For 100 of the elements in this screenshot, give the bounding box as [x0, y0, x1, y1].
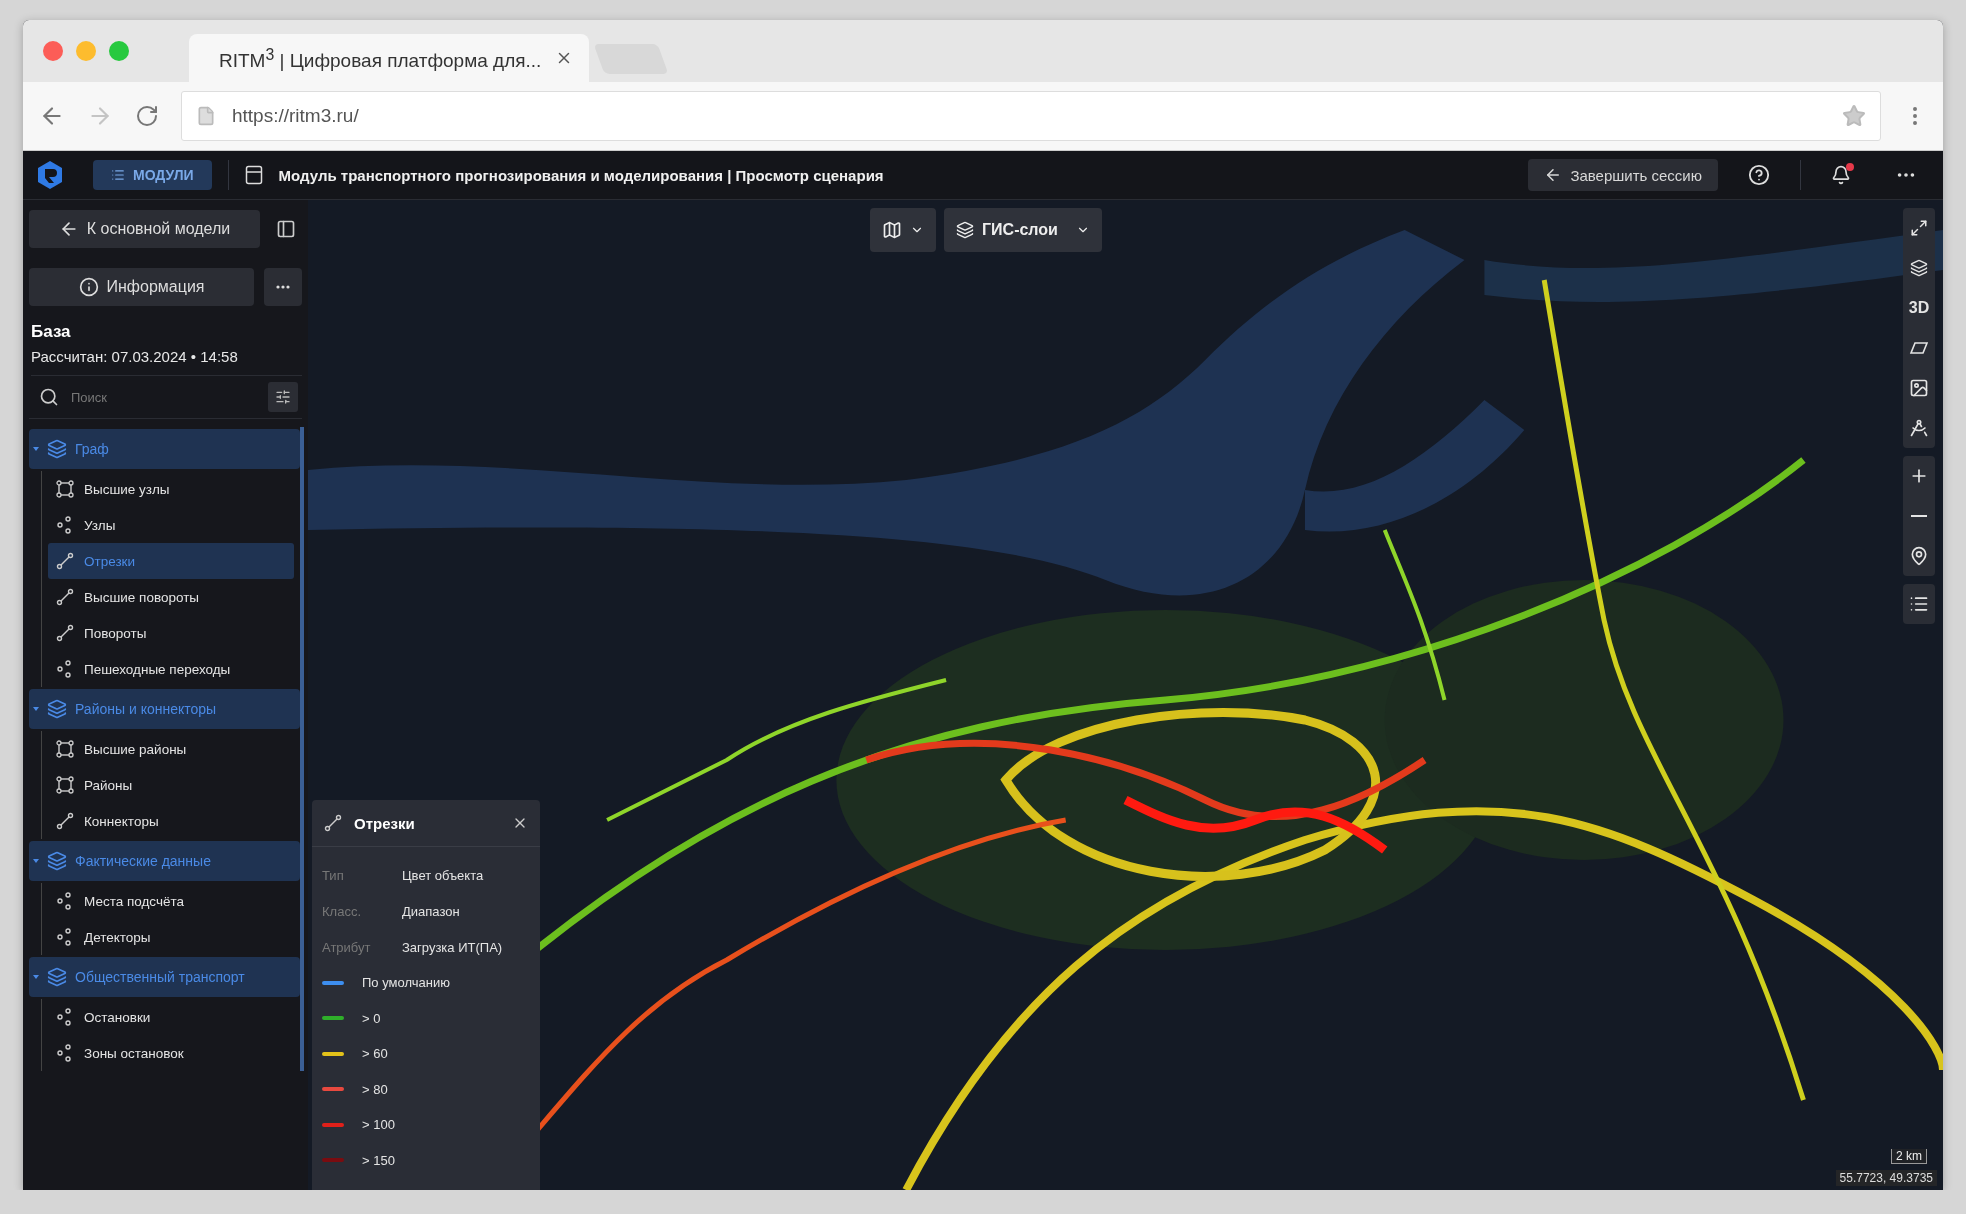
points-icon [56, 892, 74, 910]
segment-icon [56, 624, 74, 642]
browser-tab[interactable]: RITM$^{3}$ | Цифровая платформа для... [189, 34, 590, 82]
layer-item[interactable]: Места подсчёта [48, 883, 294, 919]
end-session-button[interactable]: Завершить сессию [1528, 159, 1718, 191]
bookmark-star-icon [1842, 104, 1866, 128]
parallelogram-icon [1909, 341, 1929, 355]
layer-item[interactable]: Высшие повороты [48, 579, 294, 615]
legend-title: Отрезки [354, 814, 416, 832]
layer-group-label: Граф [75, 441, 109, 457]
layer-item[interactable]: Остановки [48, 999, 294, 1035]
points-icon [56, 516, 74, 534]
page-title: Модуль транспортного прогнозирования и моделирования | Просмотр сценария [278, 166, 885, 184]
logo-icon [35, 159, 65, 191]
layers-icon [956, 221, 974, 239]
caret-icon[interactable] [33, 447, 39, 451]
legend-label: > 150 [362, 1152, 395, 1168]
layer-item[interactable]: Высшие районы [48, 731, 294, 767]
layer-item-label: Остановки [84, 1009, 151, 1025]
map-icon [882, 220, 902, 240]
layer-item[interactable]: Высшие узлы [48, 471, 294, 507]
reload-icon[interactable] [135, 104, 159, 128]
filter-button[interactable] [268, 382, 298, 412]
search-field[interactable]: Поиск [69, 388, 258, 406]
basemap-button[interactable] [870, 208, 936, 252]
legend-label: > 60 [362, 1046, 388, 1062]
layer-item-label: Коннекторы [84, 813, 159, 829]
layer-item[interactable]: Отрезки [48, 543, 294, 579]
attribute-value: Загрузка ИТ(ПА) [402, 939, 503, 955]
legend-label: > 0 [362, 1010, 381, 1026]
points-icon [56, 928, 74, 946]
pin-icon [1909, 546, 1929, 566]
scale-bar: 2 km [1891, 1149, 1927, 1164]
more-icon [276, 285, 290, 289]
scenario-name: База [31, 322, 72, 342]
list-icon [111, 168, 125, 182]
layer-item-label: Пешеходные переходы [84, 661, 231, 677]
points-icon [56, 660, 74, 678]
layers-icon [47, 439, 67, 459]
address-bar[interactable]: https://ritm3.ru/ [181, 91, 1881, 141]
search-icon [39, 387, 59, 407]
layer-item[interactable]: Районы [48, 767, 294, 803]
layer-item[interactable]: Повороты [48, 615, 294, 651]
caret-icon[interactable] [33, 859, 39, 863]
caret-icon[interactable] [33, 707, 39, 711]
polygon-nodes-icon [56, 776, 74, 794]
points-icon [56, 1044, 74, 1062]
layer-group-label: Фактические данные [75, 853, 211, 869]
segment-icon [56, 552, 74, 570]
sliders-icon [275, 389, 291, 405]
segment-icon [56, 588, 74, 606]
points-icon [56, 1008, 74, 1026]
layers-icon [47, 967, 67, 987]
polygon-nodes-icon [56, 740, 74, 758]
layer-item[interactable]: Узлы [48, 507, 294, 543]
info-icon [78, 277, 99, 297]
layer-group[interactable]: Общественный транспорт [29, 957, 300, 997]
layer-group[interactable]: Районы и коннекторы [29, 689, 300, 729]
notifications-icon[interactable] [1831, 165, 1851, 185]
layer-item-label: Детекторы [84, 929, 151, 945]
caret-icon[interactable] [33, 975, 39, 979]
layer-item[interactable]: Зоны остановок [48, 1035, 294, 1071]
layer-item[interactable]: Коннекторы [48, 803, 294, 839]
layer-item-label: Места подсчёта [84, 893, 185, 909]
fullscreen-icon [1910, 219, 1928, 237]
segment-icon [324, 814, 342, 832]
segment-icon [56, 812, 74, 830]
minus-icon [1911, 515, 1927, 517]
layer-item-label: Повороты [84, 625, 147, 641]
layer-item[interactable]: Пешеходные переходы [48, 651, 294, 687]
attribute-value: Цвет объекта [402, 867, 484, 883]
layer-item-label: Высшие районы [84, 741, 187, 757]
layer-item-label: Узлы [84, 517, 116, 533]
layer-group[interactable]: Фактические данные [29, 841, 300, 881]
attribute-value: Диапазон [402, 903, 460, 919]
layer-item-label: Отрезки [84, 553, 136, 569]
attribute-label: Класс. [322, 903, 362, 919]
3d-button[interactable]: 3D [1903, 288, 1935, 328]
modules-button[interactable]: МОДУЛИ [93, 160, 212, 190]
list-icon [1909, 594, 1929, 614]
layer-item[interactable]: Детекторы [48, 919, 294, 955]
layer-item-label: Зоны остановок [84, 1045, 184, 1061]
attribute-label: Тип [322, 867, 345, 883]
more-button[interactable] [264, 268, 302, 306]
help-icon[interactable] [1748, 164, 1770, 186]
image-icon [1909, 378, 1929, 398]
back-to-model-button[interactable]: К основной модели [29, 210, 260, 248]
legend-label: По умолчанию [362, 975, 450, 991]
layers-icon [1910, 259, 1928, 277]
layer-group[interactable]: Граф [29, 429, 300, 469]
attribute-label: Атрибут [322, 939, 372, 955]
layer-item-label: Районы [84, 777, 133, 793]
information-button[interactable]: Информация [29, 268, 254, 306]
layer-group-label: Районы и коннекторы [75, 701, 217, 717]
layer-group-label: Общественный транспорт [75, 969, 245, 985]
layer-item-label: Высшие узлы [84, 481, 170, 497]
layers-icon [47, 699, 67, 719]
coordinates: 55.7723, 49.3735 [1835, 1170, 1937, 1186]
calculated-date: Рассчитан: 07.03.2024 • 14:58 [31, 348, 302, 376]
gis-layers-button[interactable]: ГИС-слои [944, 208, 1102, 252]
